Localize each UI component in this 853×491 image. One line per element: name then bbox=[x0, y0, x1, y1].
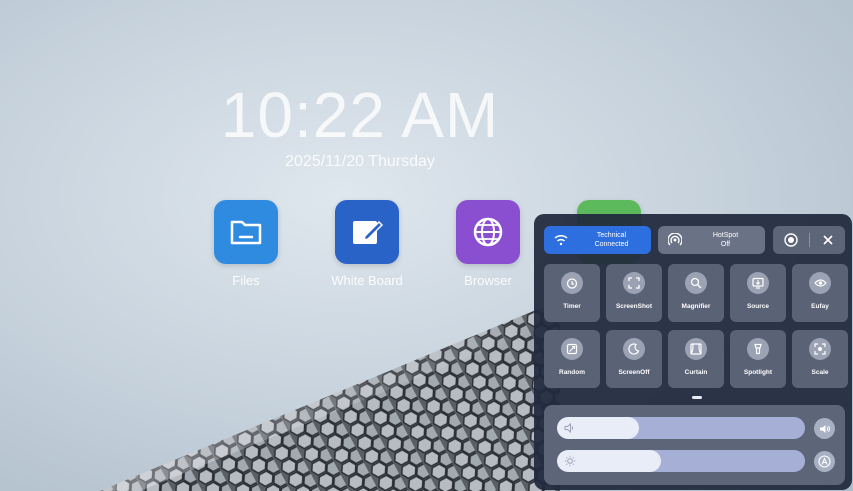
hotspot-icon bbox=[664, 233, 686, 247]
tile-timer[interactable]: Timer bbox=[544, 264, 600, 322]
random-icon bbox=[561, 338, 583, 360]
tile-label: Source bbox=[746, 303, 770, 310]
app-label: Files bbox=[232, 273, 260, 288]
wifi-connection-status: Connected bbox=[594, 241, 629, 248]
tile-scale[interactable]: Scale bbox=[792, 330, 848, 388]
tile-label: Curtain bbox=[684, 369, 708, 376]
tile-source[interactable]: Source bbox=[730, 264, 786, 322]
eye-icon bbox=[809, 272, 831, 294]
tile-eufay[interactable]: Eufay bbox=[792, 264, 848, 322]
tile-random[interactable]: Random bbox=[544, 330, 600, 388]
volume-slider[interactable] bbox=[557, 417, 805, 439]
tile-screenshot[interactable]: ScreenShot bbox=[606, 264, 662, 322]
hotspot-status: Off bbox=[720, 241, 731, 248]
tile-spotlight[interactable]: Spotlight bbox=[730, 330, 786, 388]
app-label: Browser bbox=[464, 273, 512, 288]
brightness-slider[interactable] bbox=[557, 450, 805, 472]
folder-icon bbox=[214, 200, 278, 264]
panel-controls bbox=[773, 226, 845, 254]
panel-drag-handle[interactable] bbox=[692, 396, 702, 399]
brightness-icon bbox=[564, 455, 576, 467]
screenshot-icon bbox=[623, 272, 645, 294]
tile-magnifier[interactable]: Magnifier bbox=[668, 264, 724, 322]
hotspot-toggle[interactable]: HotSpot Off bbox=[658, 226, 765, 254]
tile-label: Spotlight bbox=[743, 369, 773, 376]
scale-icon bbox=[809, 338, 831, 360]
wifi-toggle[interactable]: Technical Connected bbox=[544, 226, 651, 254]
hotspot-status-text: HotSpot Off bbox=[686, 231, 765, 249]
tile-label: ScreenOff bbox=[618, 369, 650, 376]
spotlight-icon bbox=[747, 338, 769, 360]
globe-icon bbox=[456, 200, 520, 264]
app-files[interactable]: Files bbox=[196, 200, 296, 288]
clock-date: 2025/11/20 Thursday bbox=[285, 153, 435, 170]
wifi-icon bbox=[550, 234, 572, 246]
wifi-network-name: Technical bbox=[596, 232, 627, 239]
tile-curtain[interactable]: Curtain bbox=[668, 330, 724, 388]
tile-label: Scale bbox=[811, 369, 829, 376]
wifi-status-text: Technical Connected bbox=[572, 231, 651, 249]
app-browser[interactable]: Browser bbox=[438, 200, 538, 288]
auto-brightness-icon[interactable] bbox=[814, 451, 835, 472]
timer-icon bbox=[561, 272, 583, 294]
tile-label: Magnifier bbox=[681, 303, 711, 310]
tile-label: ScreenShot bbox=[615, 303, 653, 310]
volume-icon bbox=[564, 422, 574, 434]
close-icon[interactable] bbox=[810, 234, 845, 246]
speaker-icon[interactable] bbox=[814, 418, 835, 439]
tile-screenoff[interactable]: ScreenOff bbox=[606, 330, 662, 388]
tile-label: Timer bbox=[563, 303, 581, 310]
moon-icon bbox=[623, 338, 645, 360]
pen-edit-icon bbox=[335, 200, 399, 264]
tile-label: Random bbox=[559, 369, 585, 376]
app-white-board[interactable]: White Board bbox=[317, 200, 417, 288]
clock-time: 10:22 AM bbox=[220, 79, 500, 151]
magnifier-icon bbox=[685, 272, 707, 294]
hotspot-name: HotSpot bbox=[712, 232, 739, 239]
curtain-icon bbox=[685, 338, 707, 360]
record-icon[interactable] bbox=[773, 233, 809, 247]
source-icon bbox=[747, 272, 769, 294]
app-label: White Board bbox=[331, 273, 403, 288]
tile-label: Eufay bbox=[811, 303, 829, 310]
